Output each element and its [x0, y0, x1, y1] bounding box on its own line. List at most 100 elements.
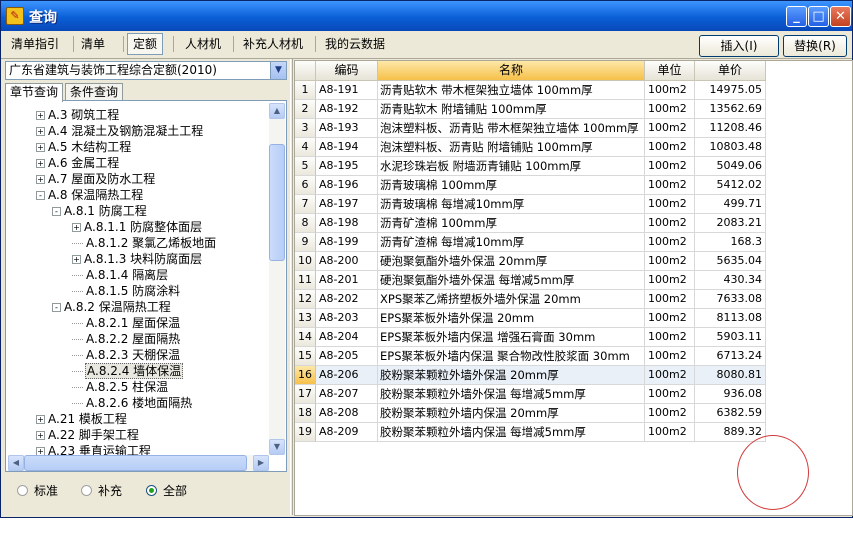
- close-button[interactable]: ✕: [830, 6, 851, 27]
- cell-name[interactable]: 沥青矿渣棉 100mm厚: [378, 214, 645, 233]
- cell-unit[interactable]: 100m2: [645, 176, 695, 195]
- table-row[interactable]: 6 A8-196 沥青玻璃棉 100mm厚 100m2 5412.02: [295, 176, 766, 195]
- cell-code[interactable]: A8-205: [316, 347, 378, 366]
- cell-unit[interactable]: 100m2: [645, 195, 695, 214]
- tree-vertical-scrollbar[interactable]: ▲ ▼: [269, 103, 285, 455]
- cell-unit[interactable]: 100m2: [645, 271, 695, 290]
- tree-node[interactable]: - A.8 保温隔热工程: [36, 187, 144, 203]
- table-row[interactable]: 1 A8-191 沥青贴软木 带木框架独立墙体 100mm厚 100m2 14975.0…: [295, 81, 766, 100]
- tree-node[interactable]: A.8.1.4 隔离层: [72, 267, 169, 283]
- scroll-up-icon[interactable]: ▲: [269, 103, 285, 119]
- row-number[interactable]: 6: [295, 176, 316, 195]
- tree-node[interactable]: - A.8.1 防腐工程: [52, 203, 148, 219]
- radio-off-icon[interactable]: [81, 485, 92, 496]
- column-header-code[interactable]: 编码: [316, 61, 378, 81]
- row-number[interactable]: 17: [295, 385, 316, 404]
- collapse-icon[interactable]: -: [36, 191, 45, 200]
- cell-unit[interactable]: 100m2: [645, 214, 695, 233]
- tab-quota[interactable]: 定额: [127, 33, 164, 55]
- cell-price[interactable]: 10803.48: [695, 138, 766, 157]
- tab-my-cloud-data[interactable]: 我的云数据: [319, 33, 391, 55]
- cell-name[interactable]: EPS聚苯板外墙内保温 增强石膏面 30mm: [378, 328, 645, 347]
- tree-node[interactable]: A.8.1.5 防腐涂料: [72, 283, 181, 299]
- expand-icon[interactable]: +: [36, 431, 45, 440]
- tree-horizontal-scrollbar[interactable]: ◀ ▶: [8, 455, 269, 471]
- cell-price[interactable]: 5412.02: [695, 176, 766, 195]
- expand-icon[interactable]: +: [36, 143, 45, 152]
- cell-code[interactable]: A8-195: [316, 157, 378, 176]
- minimize-button[interactable]: _: [786, 6, 807, 27]
- radio-on-icon[interactable]: [146, 485, 157, 496]
- cell-unit[interactable]: 100m2: [645, 252, 695, 271]
- row-number[interactable]: 10: [295, 252, 316, 271]
- cell-price[interactable]: 8113.08: [695, 309, 766, 328]
- cell-code[interactable]: A8-199: [316, 233, 378, 252]
- row-number[interactable]: 7: [295, 195, 316, 214]
- cell-code[interactable]: A8-208: [316, 404, 378, 423]
- tree-node[interactable]: A.8.2.4 墙体保温: [72, 363, 184, 379]
- cell-unit[interactable]: 100m2: [645, 119, 695, 138]
- cell-code[interactable]: A8-196: [316, 176, 378, 195]
- cell-name[interactable]: 硬泡聚氨酯外墙外保温 20mm厚: [378, 252, 645, 271]
- tree-node[interactable]: + A.5 木结构工程: [36, 139, 132, 155]
- cell-unit[interactable]: 100m2: [645, 81, 695, 100]
- cell-price[interactable]: 5049.06: [695, 157, 766, 176]
- cell-name[interactable]: 沥青玻璃棉 每增减10mm厚: [378, 195, 645, 214]
- table-row[interactable]: 5 A8-195 水泥珍珠岩板 附墙沥青铺贴 100mm厚 100m2 5049.06: [295, 157, 766, 176]
- table-row[interactable]: 7 A8-197 沥青玻璃棉 每增减10mm厚 100m2 499.71: [295, 195, 766, 214]
- tree-node[interactable]: + A.8.1.1 防腐整体面层: [72, 219, 203, 235]
- tree-node[interactable]: A.8.2.1 屋面保温: [72, 315, 181, 331]
- cell-code[interactable]: A8-200: [316, 252, 378, 271]
- cell-name[interactable]: 胶粉聚苯颗粒外墙内保温 每增减5mm厚: [378, 423, 645, 442]
- row-number[interactable]: 1: [295, 81, 316, 100]
- tree-node[interactable]: + A.8.1.3 块料防腐面层: [72, 251, 203, 267]
- tree-node[interactable]: + A.22 脚手架工程: [36, 427, 140, 443]
- row-number[interactable]: 15: [295, 347, 316, 366]
- row-number[interactable]: 2: [295, 100, 316, 119]
- cell-code[interactable]: A8-209: [316, 423, 378, 442]
- replace-button[interactable]: 替换(R): [783, 35, 847, 57]
- insert-button[interactable]: 插入(I): [699, 35, 779, 57]
- row-number[interactable]: 9: [295, 233, 316, 252]
- table-row[interactable]: 15 A8-205 EPS聚苯板外墙内保温 聚合物改性胶浆面 30mm 100m2 67…: [295, 347, 766, 366]
- cell-unit[interactable]: 100m2: [645, 366, 695, 385]
- column-header-unit[interactable]: 单位: [645, 61, 695, 81]
- row-number[interactable]: 3: [295, 119, 316, 138]
- cell-unit[interactable]: 100m2: [645, 309, 695, 328]
- column-header-price[interactable]: 单价: [695, 61, 766, 81]
- scroll-left-icon[interactable]: ◀: [8, 455, 24, 471]
- maximize-button[interactable]: □: [808, 6, 829, 27]
- table-row[interactable]: 8 A8-198 沥青矿渣棉 100mm厚 100m2 2083.21: [295, 214, 766, 233]
- cell-code[interactable]: A8-203: [316, 309, 378, 328]
- tab-bill-guide[interactable]: 清单指引: [5, 33, 65, 55]
- cell-unit[interactable]: 100m2: [645, 423, 695, 442]
- cell-name[interactable]: 沥青贴软木 带木框架独立墙体 100mm厚: [378, 81, 645, 100]
- expand-icon[interactable]: +: [36, 127, 45, 136]
- tree-node[interactable]: + A.7 屋面及防水工程: [36, 171, 156, 187]
- title-bar[interactable]: ✎ 查询 _ □ ✕: [1, 1, 852, 31]
- tree-node[interactable]: A.8.1.2 聚氯乙烯板地面: [72, 235, 217, 251]
- cell-code[interactable]: A8-192: [316, 100, 378, 119]
- cell-name[interactable]: 沥青矿渣棉 每增减10mm厚: [378, 233, 645, 252]
- row-number[interactable]: 8: [295, 214, 316, 233]
- cell-code[interactable]: A8-202: [316, 290, 378, 309]
- cell-name[interactable]: EPS聚苯板外墙外保温 20mm: [378, 309, 645, 328]
- expand-icon[interactable]: +: [36, 175, 45, 184]
- cell-name[interactable]: EPS聚苯板外墙内保温 聚合物改性胶浆面 30mm: [378, 347, 645, 366]
- cell-unit[interactable]: 100m2: [645, 138, 695, 157]
- cell-price[interactable]: 5903.11: [695, 328, 766, 347]
- cell-unit[interactable]: 100m2: [645, 100, 695, 119]
- cell-price[interactable]: 5635.04: [695, 252, 766, 271]
- cell-code[interactable]: A8-198: [316, 214, 378, 233]
- cell-price[interactable]: 7633.08: [695, 290, 766, 309]
- cell-price[interactable]: 499.71: [695, 195, 766, 214]
- cell-price[interactable]: 936.08: [695, 385, 766, 404]
- chevron-down-icon[interactable]: ▼: [270, 62, 286, 79]
- cell-name[interactable]: 泡沫塑料板、沥青贴 附墙铺贴 100mm厚: [378, 138, 645, 157]
- cell-name[interactable]: 胶粉聚苯颗粒外墙外保温 20mm厚: [378, 366, 645, 385]
- table-row[interactable]: 9 A8-199 沥青矿渣棉 每增减10mm厚 100m2 168.3: [295, 233, 766, 252]
- cell-code[interactable]: A8-206: [316, 366, 378, 385]
- cell-name[interactable]: 沥青玻璃棉 100mm厚: [378, 176, 645, 195]
- tree-node[interactable]: A.8.2.3 天棚保温: [72, 347, 181, 363]
- cell-unit[interactable]: 100m2: [645, 290, 695, 309]
